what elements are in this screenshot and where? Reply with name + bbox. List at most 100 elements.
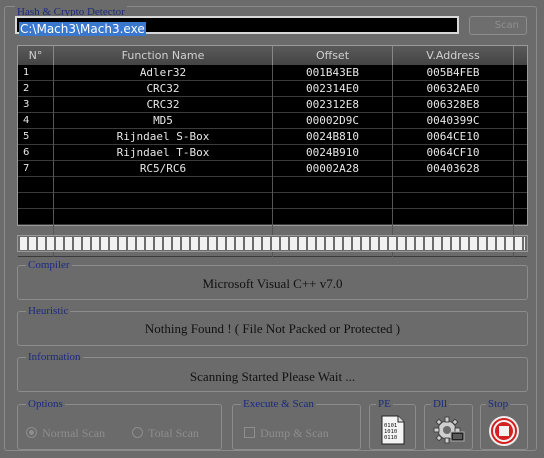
row-spacer (514, 97, 527, 113)
row-spacer (514, 161, 527, 177)
total-scan-option[interactable]: Total Scan (132, 422, 199, 441)
table-row[interactable] (18, 193, 527, 209)
row-spacer (514, 209, 527, 225)
row-function-name: Rijndael T-Box (54, 145, 273, 161)
stop-title: Stop (486, 397, 511, 411)
row-function-name: Rijndael S-Box (54, 129, 273, 145)
row-number (18, 209, 54, 225)
row-spacer (514, 193, 527, 209)
execute-group: Execute & Scan Dump & Scan (232, 397, 361, 450)
normal-scan-radio[interactable] (26, 427, 37, 438)
progress-fill (20, 237, 525, 250)
row-vaddress: 00403628 (393, 161, 514, 177)
heuristic-value: Nothing Found ! ( File Not Packed or Pro… (144, 321, 401, 336)
information-group: Information Scanning Started Please Wait… (17, 350, 528, 392)
table-row[interactable]: 6 Rijndael T-Box 0024B910 0064CF10 (18, 145, 527, 161)
normal-scan-option[interactable]: Normal Scan (26, 422, 105, 441)
row-vaddress: 0040399C (393, 113, 514, 129)
row-vaddress: 0064CF10 (393, 145, 514, 161)
svg-text:0110: 0110 (384, 435, 397, 441)
table-header: N° Function Name Offset V.Address (18, 46, 527, 65)
row-function-name: CRC32 (54, 97, 273, 113)
normal-scan-label: Normal Scan (42, 426, 106, 440)
options-title: Options (26, 397, 65, 411)
row-number: 2 (18, 81, 54, 97)
row-vaddress (393, 193, 514, 209)
row-spacer (514, 129, 527, 145)
binary-file-icon: 0101 1010 0110 (370, 415, 415, 449)
column-header-vaddress[interactable]: V.Address (393, 46, 514, 65)
row-number: 4 (18, 113, 54, 129)
table-row[interactable] (18, 177, 527, 193)
row-offset (273, 193, 393, 209)
row-number: 3 (18, 97, 54, 113)
table-row[interactable]: 7 RC5/RC6 00002A28 00403628 (18, 161, 527, 177)
column-header-offset[interactable]: Offset (273, 46, 393, 65)
column-header-number[interactable]: N° (18, 46, 54, 65)
row-offset: 00002A28 (273, 161, 393, 177)
heuristic-title: Heuristic (26, 304, 71, 318)
dll-button[interactable]: Dll (424, 397, 473, 450)
file-path-input[interactable]: C:\Mach3\Mach3.exe (15, 16, 459, 36)
row-vaddress: 00632AE0 (393, 81, 514, 97)
row-offset: 001B43EB (273, 65, 393, 81)
row-vaddress: 005B4FEB (393, 65, 514, 81)
dll-title: Dll (431, 397, 450, 411)
pe-title: PE (376, 397, 393, 411)
total-scan-label: Total Scan (148, 426, 199, 440)
row-number: 7 (18, 161, 54, 177)
row-offset: 002312E8 (273, 97, 393, 113)
compiler-title: Compiler (26, 258, 72, 272)
row-function-name: MD5 (54, 113, 273, 129)
row-function-name (54, 209, 273, 225)
row-function-name: CRC32 (54, 81, 273, 97)
information-title: Information (26, 350, 83, 364)
table-body: 1 Adler32 001B43EB 005B4FEB 2 CRC32 002314E0 00… (18, 65, 527, 257)
heuristic-group: Heuristic Nothing Found ! ( File Not Pac… (17, 304, 528, 346)
dump-scan-label: Dump & Scan (260, 426, 329, 440)
row-vaddress (393, 209, 514, 225)
row-vaddress: 0064CE10 (393, 129, 514, 145)
stop-button[interactable]: Stop (480, 397, 528, 450)
row-spacer (514, 113, 527, 129)
file-path-value: C:\Mach3\Mach3.exe (19, 22, 146, 36)
dump-scan-option[interactable]: Dump & Scan (244, 422, 329, 441)
row-offset: 002314E0 (273, 81, 393, 97)
compiler-group: Compiler Microsoft Visual C++ v7.0 (17, 258, 528, 300)
row-function-name (54, 193, 273, 209)
table-row[interactable] (18, 209, 527, 225)
information-value: Scanning Started Please Wait ... (189, 369, 356, 384)
scan-button[interactable]: Scan (469, 16, 527, 35)
gear-chip-icon (425, 415, 472, 449)
row-function-name: Adler32 (54, 65, 273, 81)
results-table: N° Function Name Offset V.Address 1 Adler… (17, 45, 528, 257)
row-vaddress: 006328E8 (393, 97, 514, 113)
row-spacer (514, 65, 527, 81)
column-header-function-name[interactable]: Function Name (54, 46, 273, 65)
row-offset: 0024B910 (273, 145, 393, 161)
column-header-spacer (514, 46, 527, 65)
pe-button[interactable]: PE 0101 1010 0110 (369, 397, 416, 450)
table-row[interactable]: 3 CRC32 002312E8 006328E8 (18, 97, 527, 113)
row-spacer (514, 81, 527, 97)
row-number: 5 (18, 129, 54, 145)
table-row[interactable]: 5 Rijndael S-Box 0024B810 0064CE10 (18, 129, 527, 145)
row-function-name (54, 177, 273, 193)
row-offset: 00002D9C (273, 113, 393, 129)
scan-progress-bar (17, 235, 528, 252)
table-row[interactable]: 1 Adler32 001B43EB 005B4FEB (18, 65, 527, 81)
dump-scan-checkbox[interactable] (244, 427, 255, 438)
total-scan-radio[interactable] (132, 427, 143, 438)
table-row[interactable]: 4 MD5 00002D9C 0040399C (18, 113, 527, 129)
compiler-value: Microsoft Visual C++ v7.0 (202, 276, 343, 291)
execute-title: Execute & Scan (241, 397, 316, 411)
row-number (18, 177, 54, 193)
row-number: 1 (18, 65, 54, 81)
row-function-name: RC5/RC6 (54, 161, 273, 177)
row-offset: 0024B810 (273, 129, 393, 145)
row-number (18, 193, 54, 209)
row-offset (273, 177, 393, 193)
row-vaddress (393, 177, 514, 193)
row-offset (273, 209, 393, 225)
table-row[interactable]: 2 CRC32 002314E0 00632AE0 (18, 81, 527, 97)
